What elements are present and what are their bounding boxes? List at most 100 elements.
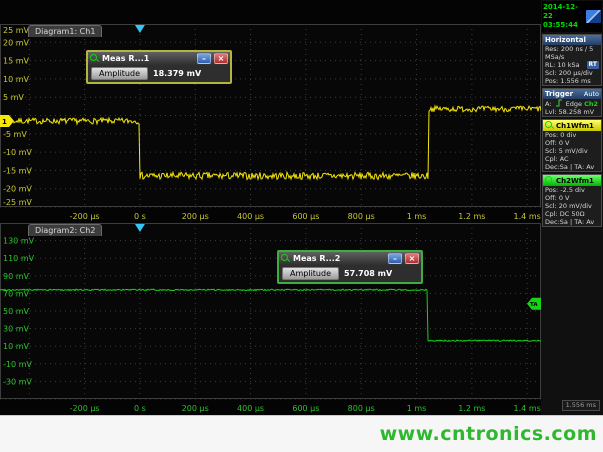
y-tick-label: 25 mV: [3, 26, 30, 35]
horizontal-panel[interactable]: Horizontal Res: 200 ns / 5 MSa/s RT RL: …: [542, 34, 602, 86]
channel-marker-label: 1: [2, 118, 7, 126]
horizontal-title: Horizontal: [545, 36, 586, 44]
y-tick-label: 20 mV: [3, 38, 30, 47]
horizontal-panel-header[interactable]: Horizontal: [543, 35, 601, 45]
trigger-type: Edge: [566, 100, 582, 108]
meas1-body: Amplitude 18.379 mV: [88, 65, 230, 82]
x-tick-label: 800 µs: [348, 212, 375, 221]
y-tick-label: -10 mV: [3, 148, 32, 157]
ch2-panel[interactable]: Ch2Wfm1 Pos: -2.5 div Off: 0 V Scl: 20 m…: [542, 174, 602, 227]
ch2-coupling-row: Cpl: DC 50Ω: [543, 210, 601, 218]
y-tick-label: -10 mV: [3, 360, 32, 369]
y-tick-label: 50 mV: [3, 307, 30, 316]
x-tick-label: 1 ms: [407, 212, 427, 221]
footer-strip: www.cntronics.com: [0, 415, 603, 452]
timebase-readout: 1.556 ms: [562, 400, 600, 411]
y-tick-label: -20 mV: [3, 185, 32, 194]
ch2-off-row: Off: 0 V: [543, 194, 601, 202]
datetime-display: 2014-12-22 03:55:44: [542, 1, 602, 32]
diagram2-tab[interactable]: Diagram2: Ch2: [28, 224, 102, 236]
meas2-value: 57.708 mV: [344, 269, 392, 278]
ch1-panel-header[interactable]: Ch1Wfm1: [543, 120, 601, 131]
y-tick-label: 110 mV: [3, 254, 35, 263]
trigger-title: Trigger: [545, 90, 573, 98]
resolution-value: Res: 200 ns / 5 MSa/s: [545, 45, 593, 61]
diagram2-canvas[interactable]: -200 µs0 s200 µs400 µs600 µs800 µs1 ms1.…: [0, 223, 541, 415]
trigger-source: Ch2: [584, 100, 598, 108]
x-tick-label: 1.2 ms: [458, 212, 485, 221]
trigger-level-row: Lvl: 58.258 mV: [543, 108, 601, 116]
meas2-param-chip[interactable]: Amplitude: [282, 267, 339, 280]
record-length-value: RL: 10 kSa: [545, 61, 580, 69]
meas2-body: Amplitude 57.708 mV: [279, 265, 421, 282]
y-tick-label: -30 mV: [3, 377, 32, 386]
y-tick-label: 10 mV: [3, 75, 30, 84]
x-tick-label: 1.4 ms: [514, 212, 541, 221]
ch1-panel[interactable]: Ch1Wfm1 Pos: 0 div Off: 0 V Scl: 5 mV/di…: [542, 119, 602, 172]
ch2-panel-header[interactable]: Ch2Wfm1: [543, 175, 601, 186]
meas-window-ch1: Meas R...1 – × Amplitude 18.379 mV: [86, 50, 232, 84]
diagram1-plot-area[interactable]: -200 µs 0 s 200 µs 400 µs 600 µs 800 µs 1 ms 1.…: [0, 24, 541, 223]
meas1-title: Meas R...1: [102, 54, 194, 63]
y-tick-label: 10 mV: [3, 342, 30, 351]
close-button[interactable]: ×: [214, 53, 228, 64]
watermark-link[interactable]: www.cntronics.com: [380, 423, 597, 445]
trigger-panel[interactable]: Trigger Auto A: Edge Ch2 Lvl: 58.258 mV: [542, 88, 602, 117]
rt-badge: RT: [587, 61, 599, 69]
diagram2-plot-area[interactable]: -200 µs0 s200 µs400 µs600 µs800 µs1 ms1.…: [0, 223, 541, 415]
y-tick-label: 90 mV: [3, 272, 30, 281]
meas1-param-chip[interactable]: Amplitude: [91, 67, 148, 80]
close-button[interactable]: ×: [405, 253, 419, 264]
x-tick-label: 200 µs: [182, 212, 209, 221]
x-tick-label: 0 s: [134, 212, 146, 221]
x-tick-label: 1 ms: [407, 404, 427, 413]
ch1-decimation-row: Dec:Sa | TA: Av: [543, 163, 601, 171]
x-tick-label: 0 s: [134, 404, 146, 413]
sidebar: 2014-12-22 03:55:44 Horizontal Res: 200 …: [541, 0, 603, 415]
ch2-scale-row: Scl: 20 mV/div: [543, 202, 601, 210]
trigger-level-marker-label: TA: [530, 302, 538, 308]
y-tick-label: 30 mV: [3, 325, 30, 334]
ch1-scale-row: Scl: 5 mV/div: [543, 147, 601, 155]
meas2-titlebar[interactable]: Meas R...2 – ×: [279, 252, 421, 265]
rs-logo: [586, 10, 601, 23]
trigger-source-row: A: Edge Ch2: [543, 99, 601, 108]
x-tick-label: 1.2 ms: [458, 404, 485, 413]
y-tick-label: -5 mV: [3, 130, 27, 139]
diagram1-canvas[interactable]: -200 µs 0 s 200 µs 400 µs 600 µs 800 µs 1 ms 1.…: [0, 24, 541, 223]
oscilloscope-screen: -200 µs 0 s 200 µs 400 µs 600 µs 800 µs 1 ms 1.…: [0, 0, 603, 415]
resolution-row: Res: 200 ns / 5 MSa/s: [543, 45, 601, 61]
meas1-titlebar[interactable]: Meas R...1 – ×: [88, 52, 230, 65]
date-label: 2014-12-22: [543, 3, 578, 20]
x-tick-label: 800 µs: [348, 404, 375, 413]
diagram1-tab[interactable]: Diagram1: Ch1: [28, 25, 102, 37]
magnifier-icon: [545, 176, 554, 185]
x-tick-label: -200 µs: [70, 212, 100, 221]
record-length-row: RT RL: 10 kSa: [543, 61, 601, 69]
ch1-title: Ch1Wfm1: [556, 122, 594, 130]
h-position-row: Pos: 1.556 ms: [543, 77, 601, 85]
y-tick-label: -15 mV: [3, 166, 32, 175]
ch2-title: Ch2Wfm1: [556, 177, 594, 185]
meas1-value: 18.379 mV: [153, 69, 201, 78]
ch2-pos-row: Pos: -2.5 div: [543, 186, 601, 194]
x-tick-label: 1.4 ms: [514, 404, 541, 413]
y-tick-label: 5 mV: [3, 93, 24, 102]
meas2-title: Meas R...2: [293, 254, 385, 263]
minimize-button[interactable]: –: [388, 253, 402, 264]
x-tick-label: 600 µs: [292, 404, 319, 413]
magnifier-icon: [281, 254, 290, 263]
minimize-button[interactable]: –: [197, 53, 211, 64]
x-tick-label: -200 µs: [70, 404, 100, 413]
x-tick-label: 400 µs: [237, 212, 264, 221]
magnifier-icon: [90, 54, 99, 63]
trigger-panel-header[interactable]: Trigger Auto: [543, 89, 601, 99]
x-tick-label: 600 µs: [292, 212, 319, 221]
x-tick-label: 400 µs: [237, 404, 264, 413]
ch1-pos-row: Pos: 0 div: [543, 131, 601, 139]
edge-trigger-icon: [555, 99, 563, 107]
time-label: 03:55:44: [543, 21, 578, 29]
ch1-off-row: Off: 0 V: [543, 139, 601, 147]
y-tick-label: -25 mV: [3, 198, 32, 207]
h-scale-row: Scl: 200 µs/div: [543, 69, 601, 77]
